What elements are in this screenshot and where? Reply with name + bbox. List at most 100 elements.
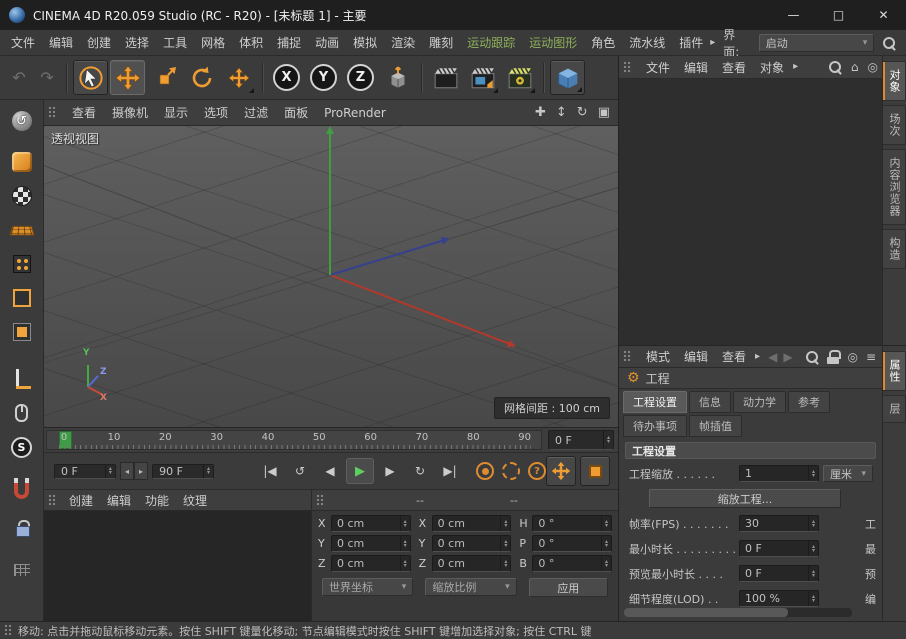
lock-workplane-icon[interactable] [6, 513, 38, 545]
spinner-icon[interactable] [808, 516, 818, 531]
pan-icon[interactable]: ✚ [535, 106, 546, 119]
orbit-icon[interactable]: ↻ [577, 106, 588, 119]
panel-handle[interactable] [4, 624, 13, 637]
coord-field[interactable]: 0 cm [331, 515, 411, 532]
next-key-icon[interactable]: ↻ [406, 458, 434, 484]
autokey-icon[interactable] [502, 462, 520, 480]
menu-item[interactable]: 选择 [118, 30, 156, 55]
polygons-mode-icon[interactable] [6, 316, 38, 348]
menu-item[interactable]: 插件 [672, 30, 710, 55]
viewport-solo-icon[interactable] [6, 397, 38, 429]
menu-item[interactable]: 角色 [584, 30, 622, 55]
menu-item[interactable]: 文件 [4, 30, 42, 55]
skip-start-icon[interactable]: |◀ [256, 458, 284, 484]
next-frame-icon[interactable]: ▶ [376, 458, 404, 484]
horizontal-scrollbar[interactable] [624, 608, 852, 617]
om-menu-item[interactable]: 对象 [753, 56, 791, 78]
search-icon[interactable] [882, 36, 896, 50]
snap-toggle-icon[interactable]: S [6, 431, 38, 463]
toggle-view-icon[interactable]: ▣ [598, 106, 610, 119]
material-menu-item[interactable]: 纹理 [176, 490, 214, 510]
range-prev-icon[interactable]: ◂ [120, 462, 134, 480]
am-menu-item[interactable]: 模式 [639, 346, 677, 367]
viewport-menu-item[interactable]: ProRender [316, 100, 394, 125]
spinner-icon[interactable] [808, 566, 818, 581]
panel-tab[interactable]: 层 [883, 395, 906, 423]
magnet-icon[interactable] [6, 472, 38, 504]
coord-field[interactable]: 0 cm [432, 535, 512, 552]
menu-overflow-icon[interactable]: ▸ [755, 352, 760, 362]
target-icon[interactable]: ◎ [847, 351, 857, 363]
viewport-menu-item[interactable]: 选项 [196, 100, 236, 125]
attribute-tab[interactable]: 待办事项 [623, 415, 687, 437]
menu-item[interactable]: 工具 [156, 30, 194, 55]
menu-icon[interactable]: ≡ [866, 351, 876, 363]
om-menu-item[interactable]: 编辑 [677, 56, 715, 78]
menu-item[interactable]: 渲染 [384, 30, 422, 55]
edges-mode-icon[interactable] [6, 282, 38, 314]
rotate-tool-button[interactable] [184, 60, 219, 95]
scale-project-button[interactable]: 缩放工程... [649, 489, 841, 508]
spinner-icon[interactable] [808, 591, 818, 606]
attribute-tab[interactable]: 帧插值 [689, 415, 742, 437]
coord-field[interactable]: 0 ° [532, 535, 612, 552]
scale-tool-button[interactable] [147, 60, 182, 95]
search-icon[interactable] [805, 350, 819, 364]
scale-mode-dropdown[interactable]: 缩放比例 [425, 578, 516, 596]
am-menu-item[interactable]: 查看 [715, 346, 753, 367]
coord-field[interactable]: 0 cm [432, 555, 512, 572]
om-menu-item[interactable]: 查看 [715, 56, 753, 78]
undo-button[interactable]: ↶ [6, 60, 32, 95]
spinner-icon[interactable] [808, 541, 818, 556]
enable-axis-icon[interactable] [6, 363, 38, 395]
history-forward-icon[interactable]: ▶ [783, 351, 792, 363]
menu-item[interactable]: 创建 [80, 30, 118, 55]
menu-item[interactable]: 体积 [232, 30, 270, 55]
spinner-icon[interactable] [203, 465, 213, 478]
start-frame-field[interactable]: 0 F [54, 464, 116, 479]
menu-overflow-icon[interactable]: ▸ [710, 38, 715, 48]
menu-item[interactable]: 模拟 [346, 30, 384, 55]
spinner-icon[interactable] [601, 536, 611, 551]
keyframe-selection-icon[interactable]: ? [528, 462, 546, 480]
panel-handle[interactable] [48, 494, 57, 507]
value-field[interactable]: 0 F [739, 540, 819, 557]
points-mode-icon[interactable] [6, 248, 38, 280]
project-scale-field[interactable]: 1 [739, 465, 819, 482]
range-next-icon[interactable]: ▸ [134, 462, 148, 480]
material-list[interactable] [44, 511, 311, 621]
model-mode-icon[interactable] [6, 146, 38, 178]
quantize-icon[interactable] [6, 554, 38, 586]
panel-tab[interactable]: 构造 [883, 229, 906, 269]
menu-item[interactable]: 网格 [194, 30, 232, 55]
x-axis-lock-button[interactable]: X [269, 60, 304, 95]
coord-field[interactable]: 0 cm [331, 535, 411, 552]
prev-key-icon[interactable]: ↺ [286, 458, 314, 484]
spinner-icon[interactable] [601, 556, 611, 571]
spinner-icon[interactable] [808, 466, 818, 481]
scrollbar-thumb[interactable] [624, 608, 788, 617]
unit-dropdown[interactable]: 厘米 [823, 465, 873, 482]
spinner-icon[interactable] [500, 516, 510, 531]
search-icon[interactable] [828, 60, 842, 74]
filter-icon[interactable]: ◎ [868, 61, 878, 73]
spinner-icon[interactable] [603, 431, 613, 449]
viewport-menu-item[interactable]: 查看 [64, 100, 104, 125]
move-tool-button[interactable] [110, 60, 145, 95]
current-frame-field[interactable]: 0 F [548, 430, 614, 450]
end-frame-field[interactable]: 90 F [152, 464, 214, 479]
attribute-tab[interactable]: 信息 [689, 391, 731, 413]
add-primitive-button[interactable] [550, 60, 585, 95]
attribute-tab[interactable]: 参考 [788, 391, 830, 413]
viewport-menu-item[interactable]: 面板 [276, 100, 316, 125]
am-menu-item[interactable]: 编辑 [677, 346, 715, 367]
object-tree[interactable] [619, 79, 882, 345]
menu-item[interactable]: 编辑 [42, 30, 80, 55]
prev-frame-icon[interactable]: ◀ [316, 458, 344, 484]
panel-tab[interactable]: 属性 [883, 351, 906, 391]
render-settings-button[interactable] [502, 60, 537, 95]
material-menu-item[interactable]: 功能 [138, 490, 176, 510]
record-keyframe-icon[interactable] [476, 462, 494, 480]
panel-tab[interactable]: 对象 [883, 61, 906, 101]
viewport-menu-item[interactable]: 显示 [156, 100, 196, 125]
